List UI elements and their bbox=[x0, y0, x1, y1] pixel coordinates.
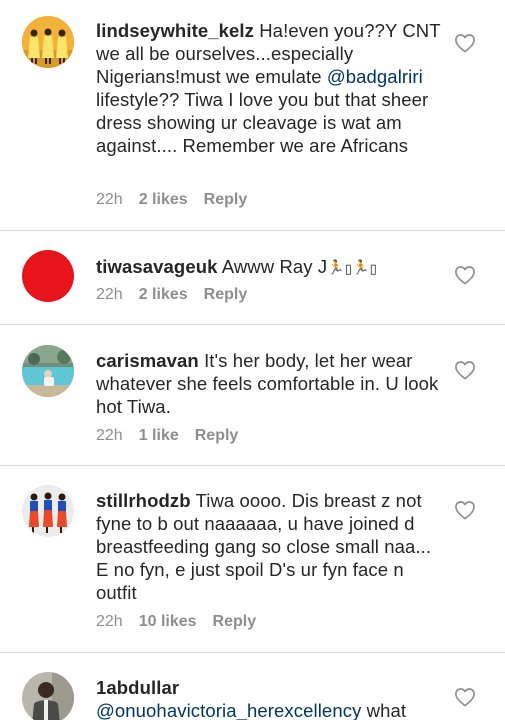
runner-emoji: 🏃 bbox=[327, 259, 345, 275]
heart-outline-icon[interactable] bbox=[454, 687, 476, 707]
divider bbox=[0, 652, 505, 653]
divider bbox=[0, 465, 505, 466]
heart-outline-icon[interactable] bbox=[454, 265, 476, 285]
avatar[interactable] bbox=[22, 345, 74, 397]
comment-username[interactable]: stillrhodzb bbox=[96, 490, 191, 511]
comments-list: lindseywhite_kelz Ha!even you??Y CNT we … bbox=[0, 0, 505, 720]
comment-text: 1abdullar @onuohavictoria_herexcellency w… bbox=[96, 676, 441, 720]
divider bbox=[0, 324, 505, 325]
comment-meta: 22h 10 likes Reply bbox=[96, 613, 256, 631]
comment-meta: 22h 1 like Reply bbox=[96, 427, 238, 445]
avatar-image bbox=[22, 16, 74, 68]
comment-body: Awww Ray J bbox=[217, 256, 328, 277]
comment-time: 22h bbox=[96, 427, 123, 444]
comment-time: 22h bbox=[96, 191, 123, 208]
reply-button[interactable]: Reply bbox=[195, 427, 239, 445]
heart-outline-icon[interactable] bbox=[454, 360, 476, 380]
reply-button[interactable]: Reply bbox=[204, 191, 248, 209]
avatar[interactable] bbox=[22, 250, 74, 302]
avatar-image bbox=[22, 672, 74, 720]
avatar[interactable] bbox=[22, 672, 74, 720]
missing-glyph: ▯ bbox=[344, 261, 353, 276]
comment-meta: 22h 2 likes Reply bbox=[96, 191, 247, 209]
comment-likes[interactable]: 10 likes bbox=[139, 613, 197, 631]
comment-time: 22h bbox=[96, 286, 123, 303]
comment-text: stillrhodzb Tiwa oooo. Dis breast z not … bbox=[96, 489, 441, 604]
comment-meta: 22h 2 likes Reply bbox=[96, 286, 247, 304]
comment-username[interactable]: tiwasavageuk bbox=[96, 256, 218, 277]
reply-button[interactable]: Reply bbox=[204, 286, 248, 304]
comment-body-continued: what bbox=[361, 700, 407, 720]
comment-username[interactable]: 1abdullar bbox=[96, 676, 441, 699]
comment-likes[interactable]: 2 likes bbox=[139, 286, 188, 304]
comment-text: tiwasavageuk Awww Ray J🏃▯🏃▯ bbox=[96, 255, 441, 280]
reply-button[interactable]: Reply bbox=[213, 613, 257, 631]
missing-glyph: ▯ bbox=[369, 261, 377, 276]
comment-mention[interactable]: @badgalriri bbox=[327, 66, 423, 87]
comment-time: 22h bbox=[96, 613, 123, 630]
divider bbox=[0, 230, 505, 231]
avatar[interactable] bbox=[22, 485, 74, 537]
comment-mention[interactable]: @onuohavictoria_herexcellency bbox=[96, 700, 361, 720]
avatar[interactable] bbox=[22, 16, 74, 68]
comment-likes[interactable]: 2 likes bbox=[139, 191, 188, 209]
comment-likes[interactable]: 1 like bbox=[139, 427, 179, 445]
comment-text: lindseywhite_kelz Ha!even you??Y CNT we … bbox=[96, 19, 441, 157]
comment-text: carismavan It's her body, let her wear w… bbox=[96, 349, 441, 418]
comment-body-continued: lifestyle?? Tiwa I love you but that she… bbox=[96, 89, 429, 156]
avatar-image bbox=[22, 345, 74, 397]
avatar-image bbox=[22, 485, 74, 537]
heart-outline-icon[interactable] bbox=[454, 33, 476, 53]
comment-username[interactable]: carismavan bbox=[96, 350, 199, 371]
runner-emoji: 🏃 bbox=[352, 259, 370, 275]
heart-outline-icon[interactable] bbox=[454, 500, 476, 520]
comment-username[interactable]: lindseywhite_kelz bbox=[96, 20, 254, 41]
